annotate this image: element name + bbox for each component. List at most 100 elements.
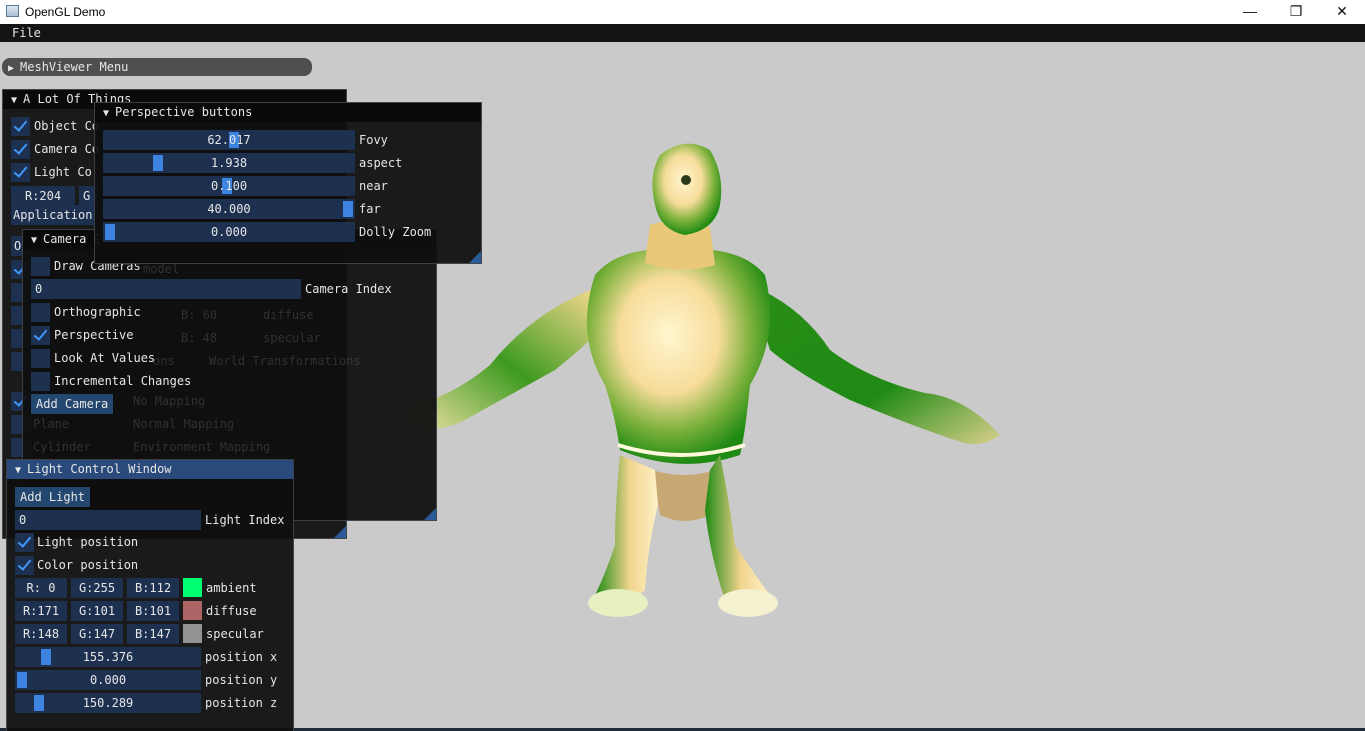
- near-slider[interactable]: 0.100: [103, 176, 355, 196]
- diffuse-r-field[interactable]: R:171: [15, 601, 67, 621]
- camera-index-label: Camera Index: [305, 282, 392, 296]
- collapse-arrow-icon[interactable]: ▼: [15, 462, 21, 480]
- ghost-specular-label: specular: [263, 331, 321, 345]
- orthographic-label: Orthographic: [54, 305, 141, 319]
- light-control-label: Light Co: [34, 165, 92, 179]
- window-titlebar: OpenGL Demo — ❐ ✕: [0, 0, 1365, 24]
- slider-grab[interactable]: [343, 201, 353, 217]
- position-z-label: position z: [205, 696, 278, 710]
- ambient-color-swatch[interactable]: [183, 578, 202, 597]
- perspective-buttons-window[interactable]: ▼ Perspective buttons 62.017 Fovy 1.938 aspe…: [94, 102, 482, 264]
- position-z-slider[interactable]: 150.289: [15, 693, 201, 713]
- aspect-slider[interactable]: 1.938: [103, 153, 355, 173]
- slider-grab[interactable]: [152, 155, 163, 171]
- perspective-checkbox[interactable]: [31, 326, 50, 345]
- resize-grip[interactable]: [424, 508, 436, 520]
- collapse-arrow-icon[interactable]: ▶: [8, 60, 14, 78]
- mesh-right-leg: [705, 455, 770, 607]
- aspect-value: 1.938: [210, 156, 248, 170]
- color-position-label: Color position: [37, 558, 139, 572]
- far-value: 40.000: [207, 202, 251, 216]
- color-position-checkbox[interactable]: [15, 556, 34, 575]
- far-slider[interactable]: 40.000: [103, 199, 355, 219]
- mesh-head: [652, 143, 722, 235]
- light-window-titlebar[interactable]: ▼ Light Control Window: [7, 460, 293, 479]
- specular-r-field[interactable]: R:148: [15, 624, 67, 644]
- collapse-arrow-icon[interactable]: ▼: [31, 232, 37, 250]
- specular-g-field[interactable]: G:147: [71, 624, 123, 644]
- perspective-label: Perspective: [54, 328, 134, 342]
- fovy-value: 62.017: [207, 133, 251, 147]
- specular-b-field[interactable]: B:147: [127, 624, 179, 644]
- resize-grip[interactable]: [469, 251, 481, 263]
- collapse-arrow-icon[interactable]: ▼: [103, 105, 109, 123]
- ghost-b48-label: B: 48: [181, 331, 218, 345]
- application-tab[interactable]: Application: [11, 205, 95, 225]
- ambient-g-field[interactable]: G:255: [71, 578, 123, 598]
- diffuse-color-swatch[interactable]: [183, 601, 202, 620]
- specular-label: specular: [206, 627, 264, 641]
- ghost-ons-label: ons: [153, 354, 175, 368]
- diffuse-g-field[interactable]: G:101: [71, 601, 123, 621]
- menu-file[interactable]: File: [12, 26, 41, 40]
- camera-control-label: Camera Co: [34, 142, 100, 156]
- dolly-zoom-label: Dolly Zoom: [359, 225, 432, 239]
- slider-grab[interactable]: [17, 672, 27, 688]
- ambient-label: ambient: [206, 581, 257, 595]
- camera-window-title: Camera C: [43, 232, 101, 246]
- diffuse-b-field[interactable]: B:101: [127, 601, 179, 621]
- maximize-button[interactable]: ❐: [1273, 0, 1319, 24]
- light-window-title: Light Control Window: [27, 462, 172, 476]
- ambient-b-field[interactable]: B:112: [127, 578, 179, 598]
- position-z-value: 150.289: [82, 696, 134, 710]
- meshviewer-menu-window[interactable]: ▶ MeshViewer Menu: [2, 58, 312, 76]
- ghost-plane-label: Plane: [33, 417, 70, 431]
- dolly-zoom-value: 0.000: [210, 225, 248, 239]
- specular-color-swatch[interactable]: [183, 624, 202, 643]
- position-y-slider[interactable]: 0.000: [15, 670, 201, 690]
- ghost-cylinder-label: Cylinder: [33, 440, 91, 454]
- dolly-zoom-slider[interactable]: 0.000: [103, 222, 355, 242]
- camera-index-input[interactable]: 0: [31, 279, 301, 299]
- mesh-left-leg: [595, 455, 658, 602]
- bg-color-r-field[interactable]: R:204: [11, 186, 75, 206]
- mesh-right-foot: [718, 589, 778, 617]
- mesh-torso: [587, 249, 770, 464]
- collapse-arrow-icon[interactable]: ▼: [11, 92, 17, 110]
- add-camera-button[interactable]: Add Camera: [31, 394, 114, 414]
- minimize-button[interactable]: —: [1227, 0, 1273, 24]
- light-control-window[interactable]: ▼ Light Control Window Add Light 0 Light …: [6, 459, 294, 731]
- incremental-changes-checkbox[interactable]: [31, 372, 50, 391]
- light-index-input[interactable]: 0: [15, 510, 201, 530]
- object-control-checkbox[interactable]: [11, 117, 30, 136]
- position-x-slider[interactable]: 155.376: [15, 647, 201, 667]
- aspect-label: aspect: [359, 156, 403, 170]
- draw-cameras-checkbox[interactable]: [31, 257, 50, 276]
- main-menubar: File: [0, 24, 1365, 42]
- light-control-checkbox[interactable]: [11, 163, 30, 182]
- far-label: far: [359, 202, 381, 216]
- light-index-label: Light Index: [205, 513, 285, 527]
- position-y-value: 0.000: [89, 673, 127, 687]
- close-button[interactable]: ✕: [1319, 0, 1365, 24]
- light-position-checkbox[interactable]: [15, 533, 34, 552]
- ghost-normal-mapping-label: Normal Mapping: [133, 417, 235, 431]
- mesh-eye: [681, 175, 691, 185]
- ambient-r-field[interactable]: R: 0: [15, 578, 67, 598]
- add-light-button[interactable]: Add Light: [15, 487, 91, 507]
- perspective-window-titlebar[interactable]: ▼ Perspective buttons: [95, 103, 481, 122]
- ghost-environment-mapping-label: Environment Mapping: [133, 440, 271, 454]
- look-at-checkbox[interactable]: [31, 349, 50, 368]
- mesh-left-foot: [588, 589, 648, 617]
- meshviewer-menu-title: MeshViewer Menu: [20, 60, 129, 74]
- resize-grip[interactable]: [334, 526, 346, 538]
- fovy-slider[interactable]: 62.017: [103, 130, 355, 150]
- slider-grab[interactable]: [41, 649, 52, 665]
- position-y-label: position y: [205, 673, 278, 687]
- ghost-b60-label: B: 60: [181, 308, 218, 322]
- position-x-label: position x: [205, 650, 278, 664]
- orthographic-checkbox[interactable]: [31, 303, 50, 322]
- camera-control-checkbox[interactable]: [11, 140, 30, 159]
- slider-grab[interactable]: [34, 695, 45, 711]
- slider-grab[interactable]: [105, 224, 115, 240]
